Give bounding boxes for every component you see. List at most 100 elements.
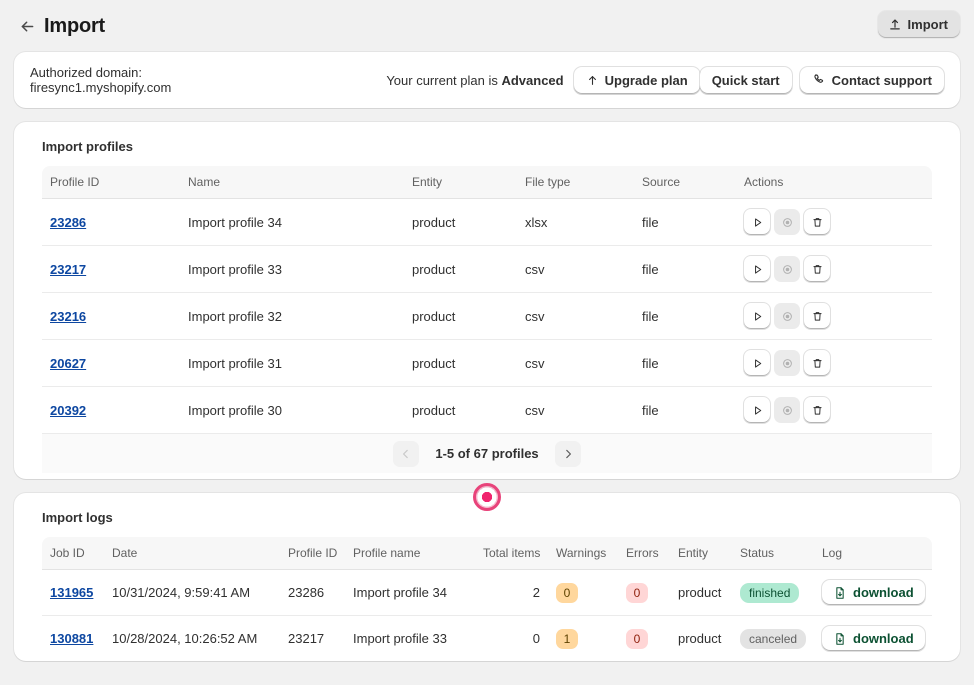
cell-name: Import profile 33 [180,245,404,293]
profile-id-link[interactable]: 20392 [50,403,86,418]
play-icon[interactable] [744,350,770,376]
cell-profile-id: 23286 [42,198,180,246]
row-actions [744,350,924,376]
cell-source: file [634,292,736,340]
play-icon[interactable] [744,397,770,423]
card-bottom-padding [14,473,960,479]
cell-entity: product [404,386,517,433]
banner-actions: Quick start Contact support [699,66,944,94]
cell-errors: 0 [618,569,670,616]
download-label: download [853,631,914,646]
stop-record-icon [774,303,800,329]
profile-id-link[interactable]: 20627 [50,356,86,371]
plan-name: Advanced [501,72,564,88]
stop-record-icon [774,256,800,282]
table-row: 131965 10/31/2024, 9:59:41 AM 23286 Import … [42,569,932,616]
cell-source: file [634,245,736,293]
file-download-icon [833,586,847,600]
table-row: 130881 10/28/2024, 10:26:52 AM 23217 Import… [42,615,932,661]
column-header-log: Log [814,537,932,570]
cell-profile-id: 23286 [280,569,345,616]
table-row: 23217 Import profile 33 product csv file [42,245,932,293]
column-header-warnings: Warnings [548,537,618,570]
column-header-total-items: Total items [475,537,548,570]
play-icon[interactable] [744,209,770,235]
import-logs-title: Import logs [42,510,113,525]
cell-entity: product [404,339,517,387]
import-profiles-table: Profile ID Name Entity File type Source … [42,166,932,433]
job-id-link[interactable]: 130881 [50,631,93,646]
trash-icon[interactable] [804,350,830,376]
cell-warnings: 1 [548,615,618,661]
quick-start-button[interactable]: Quick start [699,66,792,94]
cell-profile-id: 23217 [42,245,180,293]
play-icon[interactable] [744,256,770,282]
column-header-entity: Entity [404,166,517,199]
column-header-status: Status [732,537,814,570]
table-row: 23216 Import profile 32 product csv file [42,292,932,340]
cell-actions [736,292,932,340]
column-header-date: Date [104,537,280,570]
column-header-profile-id: Profile ID [280,537,345,570]
pagination-next-button[interactable] [554,440,581,467]
import-logs-table-wrap: Job ID Date Profile ID Profile name Tota… [42,537,932,661]
quick-start-label: Quick start [711,72,780,88]
profile-id-link[interactable]: 23216 [50,309,86,324]
contact-support-button[interactable]: Contact support [799,66,944,94]
contact-support-label: Contact support [831,72,932,88]
cell-entity: product [404,292,517,340]
import-button-label: Import [907,17,948,32]
column-header-actions: Actions [736,166,932,199]
cell-profile-id: 23217 [280,615,345,661]
trash-icon[interactable] [804,303,830,329]
page-header: Import Import [0,0,974,52]
stop-record-icon [774,350,800,376]
cell-profile-name: Import profile 33 [345,615,475,661]
cell-errors: 0 [618,615,670,661]
current-plan-text: Your current plan is Advanced [386,73,563,88]
trash-icon[interactable] [804,397,830,423]
profile-id-link[interactable]: 23217 [50,262,86,277]
import-profiles-table-wrap: Profile ID Name Entity File type Source … [42,166,932,433]
import-logs-card: Import logs Job ID Date Profile ID Profi… [14,493,960,661]
upgrade-plan-button[interactable]: Upgrade plan [573,66,700,94]
cell-profile-id: 23216 [42,292,180,340]
cell-name: Import profile 34 [180,198,404,246]
cell-name: Import profile 32 [180,292,404,340]
account-banner: Authorized domain: firesync1.myshopify.c… [14,52,960,108]
table-header-row: Job ID Date Profile ID Profile name Tota… [42,537,932,570]
download-log-button[interactable]: download [822,580,925,605]
cell-source: file [634,386,736,433]
status-badge: finished [740,582,800,603]
import-profiles-body: 23286 Import profile 34 product xlsx file 232… [42,198,932,433]
pagination-prev-button[interactable] [393,440,420,467]
arrow-up-icon [586,74,599,87]
job-id-link[interactable]: 131965 [50,585,93,600]
row-actions [744,303,924,329]
cell-actions [736,245,932,293]
upgrade-plan-label: Upgrade plan [604,72,688,88]
import-logs-body: 131965 10/31/2024, 9:59:41 AM 23286 Import … [42,569,932,661]
cell-profile-name: Import profile 34 [345,569,475,616]
page-root: Import Import Authorized domain: firesyn… [0,0,974,685]
column-header-profile-id: Profile ID [42,166,180,199]
cell-warnings: 0 [548,569,618,616]
status-badge: canceled [740,628,807,649]
row-actions [744,397,924,423]
back-arrow-icon[interactable] [14,13,40,39]
plan-group: Your current plan is Advanced Upgrade pl… [386,66,700,94]
import-button[interactable]: Import [877,11,960,38]
pagination-label: 1-5 of 67 profiles [435,446,539,461]
profile-id-link[interactable]: 23286 [50,215,86,230]
import-profiles-card: Import profiles Profile ID Name Entity F… [14,122,960,479]
trash-icon[interactable] [804,209,830,235]
play-icon[interactable] [744,303,770,329]
cell-source: file [634,339,736,387]
cell-name: Import profile 30 [180,386,404,433]
trash-icon[interactable] [804,256,830,282]
download-log-button[interactable]: download [822,626,925,651]
stop-record-icon [774,209,800,235]
cell-entity: product [670,615,732,661]
warnings-badge: 0 [556,582,578,603]
column-header-source: Source [634,166,736,199]
